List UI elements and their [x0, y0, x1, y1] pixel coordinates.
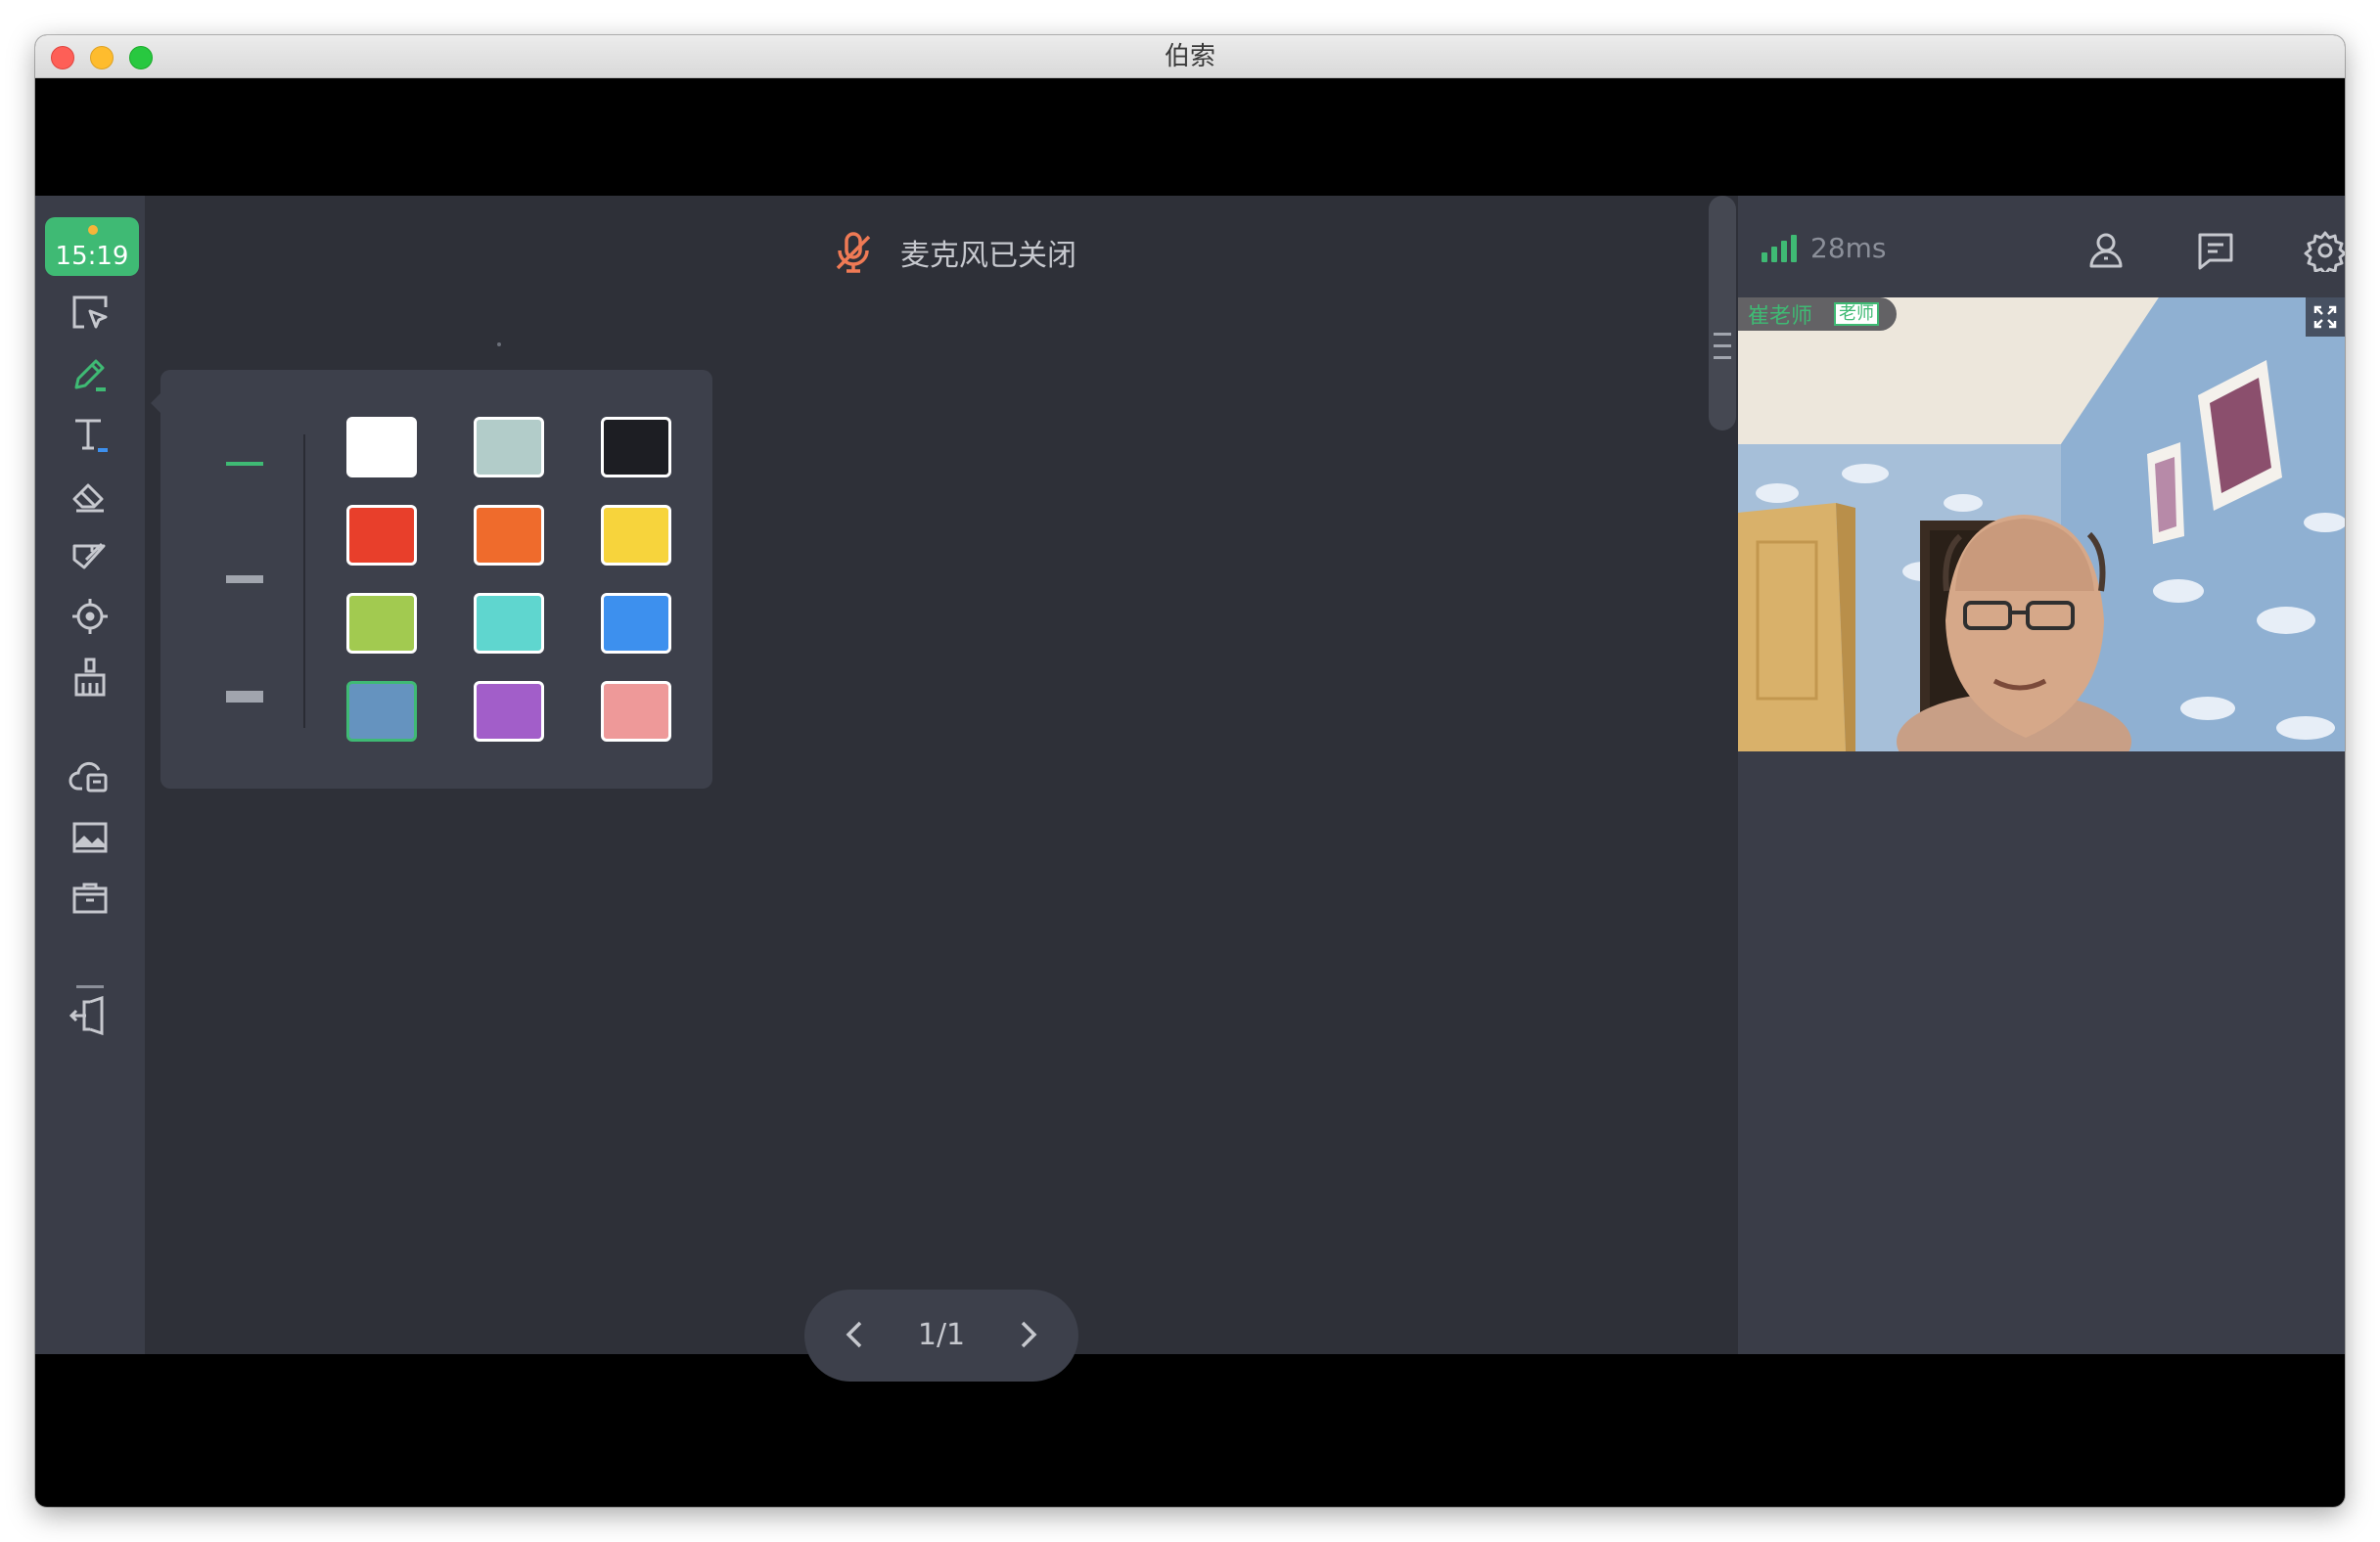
- fullscreen-button[interactable]: [2306, 297, 2345, 337]
- color-swatch[interactable]: [474, 417, 544, 477]
- stroke-width-thin[interactable]: [209, 434, 280, 493]
- exit-tool-button[interactable]: [55, 980, 125, 1051]
- crosshair-icon: [72, 599, 108, 634]
- video-name-tag: 崔老师 老师: [1738, 297, 1898, 331]
- color-swatch[interactable]: [346, 505, 417, 566]
- color-swatch[interactable]: [601, 417, 671, 477]
- palette-popup-arrow: [151, 393, 160, 413]
- mic-off-icon: [836, 232, 871, 273]
- color-swatch[interactable]: [346, 681, 417, 742]
- role-badge: 老师: [1834, 302, 1880, 326]
- class-timer: 15:19: [45, 217, 139, 276]
- grip-icon: [1711, 333, 1734, 382]
- color-swatch[interactable]: [474, 681, 544, 742]
- stroke-sample: [226, 691, 263, 703]
- classroom-area: 15:19 麦克风已关闭 1/1 28ms 崔老师 老师: [35, 196, 2345, 1382]
- pen-palette-popup: [160, 370, 712, 789]
- color-swatch[interactable]: [601, 505, 671, 566]
- title-bar: 伯索: [35, 35, 2345, 78]
- network-latency: 28ms: [1810, 232, 1887, 264]
- color-swatch[interactable]: [474, 505, 544, 566]
- page-indicator: 1/1: [917, 1318, 966, 1352]
- color-swatch[interactable]: [601, 681, 671, 742]
- image-icon: [72, 822, 108, 853]
- app-window: 伯索 15:19 麦克风已关闭 1/1 28ms 崔老师 老师: [35, 35, 2345, 1507]
- previous-page-button[interactable]: [826, 1305, 885, 1364]
- next-page-button[interactable]: [998, 1305, 1057, 1364]
- toolbox-icon: [72, 883, 108, 914]
- ruler-shape-icon: [72, 542, 106, 569]
- teacher-name: 崔老师: [1748, 304, 1813, 329]
- teacher-video-feed[interactable]: 崔老师 老师: [1738, 297, 2345, 751]
- palette-divider: [303, 434, 305, 728]
- clear-tool-button[interactable]: [55, 642, 125, 712]
- toolbox-tool-button[interactable]: [55, 863, 125, 933]
- right-panel: 28ms 崔老师 老师: [1738, 196, 2345, 1354]
- color-swatch[interactable]: [474, 593, 544, 654]
- color-swatch[interactable]: [601, 593, 671, 654]
- color-swatch[interactable]: [346, 593, 417, 654]
- chat-button[interactable]: [2184, 219, 2247, 282]
- page-navigator: 1/1: [804, 1290, 1078, 1382]
- stroke-width-thick[interactable]: [209, 667, 280, 726]
- timer-indicator-dot: [88, 225, 98, 235]
- signal-strength-icon: [1762, 235, 1801, 262]
- whiteboard-toolbar: 15:19: [35, 196, 145, 1354]
- color-swatch[interactable]: [346, 417, 417, 477]
- panel-resize-handle[interactable]: [1709, 196, 1736, 431]
- chevron-right-icon: [1021, 1321, 1037, 1348]
- expand-icon: [2313, 305, 2337, 329]
- window-title: 伯索: [1164, 42, 1215, 71]
- stroke-width-medium[interactable]: [209, 550, 280, 609]
- user-icon: [2089, 233, 2123, 268]
- stroke-sample: [226, 462, 263, 466]
- mic-status-text: 麦克风已关闭: [900, 239, 1076, 273]
- gear-icon: [2304, 231, 2345, 272]
- cloud-file-icon: [69, 761, 108, 793]
- chevron-left-icon: [846, 1321, 862, 1348]
- settings-button[interactable]: [2294, 219, 2345, 282]
- mic-status: 麦克风已关闭: [830, 223, 1076, 282]
- select-cursor-icon: [72, 295, 108, 329]
- timer-text: 15:19: [55, 242, 129, 271]
- members-button[interactable]: [2075, 219, 2137, 282]
- chat-icon: [2198, 233, 2233, 270]
- eraser-icon: [72, 483, 104, 513]
- broom-icon: [74, 658, 106, 697]
- exit-icon: [69, 995, 104, 1036]
- text-icon: [75, 419, 108, 452]
- canvas-mark: [497, 342, 501, 346]
- stroke-sample: [226, 575, 263, 583]
- teacher-video-image: [1738, 297, 2345, 751]
- pen-icon: [74, 359, 106, 391]
